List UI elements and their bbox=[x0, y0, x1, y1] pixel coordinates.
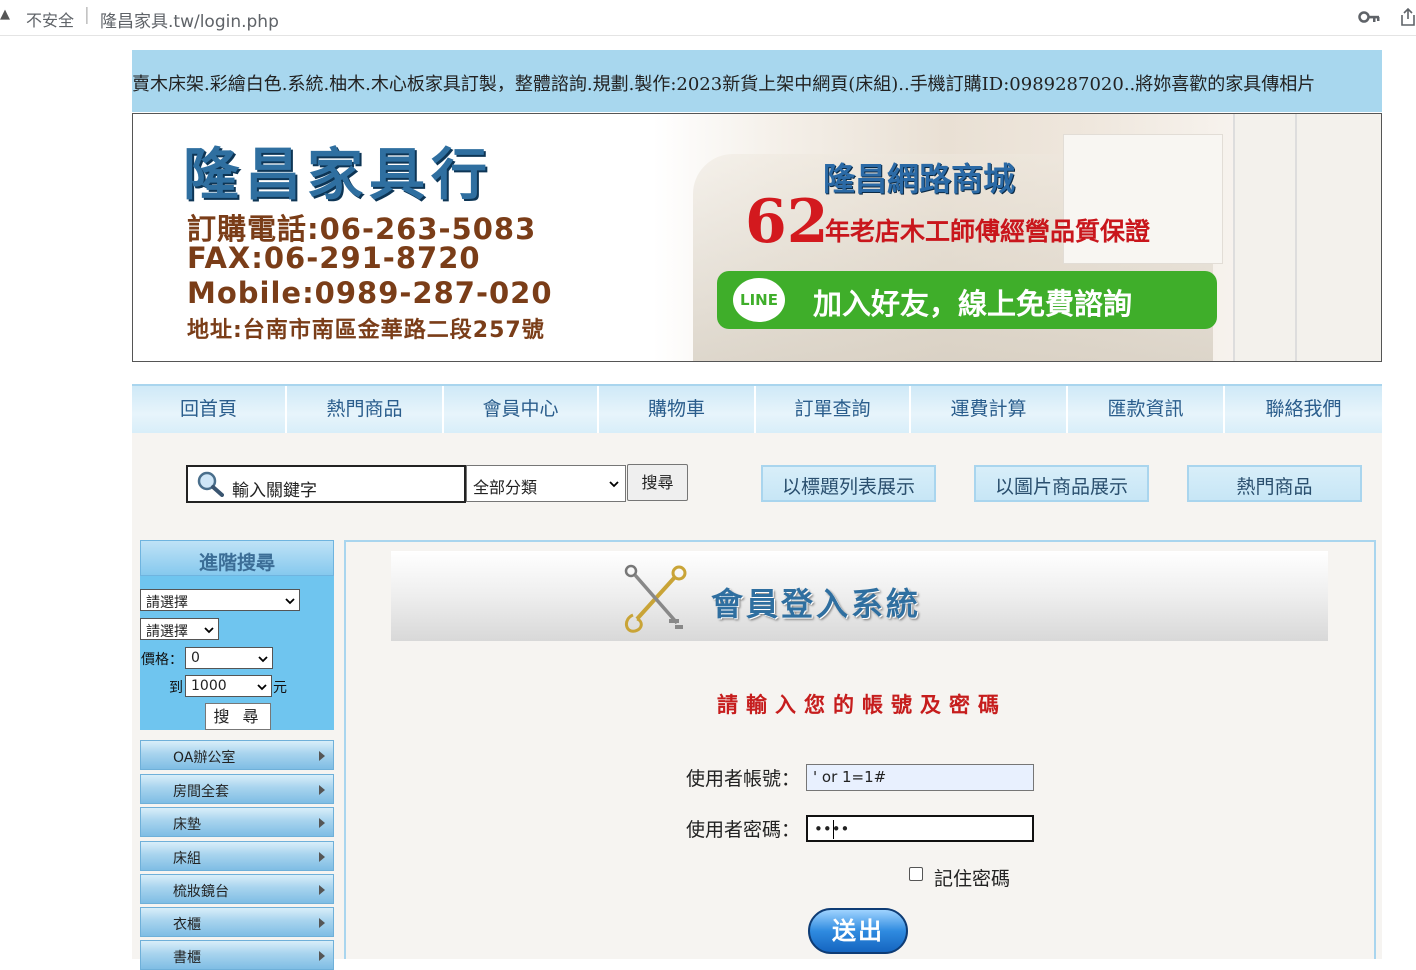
security-label[interactable]: 不安全 bbox=[26, 7, 74, 31]
nav-hot-products[interactable]: 熱門商品 bbox=[287, 386, 444, 433]
nav-contact[interactable]: 聯絡我們 bbox=[1225, 386, 1382, 433]
select-1-value: 請選擇 bbox=[146, 595, 188, 611]
advanced-search-button[interactable]: 搜 尋 bbox=[205, 703, 271, 730]
category-label: OA辦公室 bbox=[173, 750, 236, 766]
browser-address-bar: ▲ 不安全 | 隆昌家具.tw/login.php bbox=[0, 0, 1416, 36]
image-view-button[interactable]: 以圖片商品展示 bbox=[974, 465, 1149, 502]
select-2-value: 請選擇 bbox=[146, 624, 188, 640]
chevron-right-icon bbox=[319, 951, 325, 961]
category-item[interactable]: OA辦公室 bbox=[140, 740, 334, 770]
nav-cart[interactable]: 購物車 bbox=[599, 386, 756, 433]
category-label: 衣櫃 bbox=[173, 917, 201, 933]
address: 地址:台南市南區金華路二段257號 bbox=[187, 318, 545, 343]
price-min-value: 0 bbox=[191, 650, 200, 666]
chevron-right-icon bbox=[319, 818, 325, 828]
main-nav: 回首頁 熱門商品 會員中心 購物車 訂單查詢 運費計算 匯款資訊 聯絡我們 bbox=[132, 384, 1382, 433]
nav-home[interactable]: 回首頁 bbox=[132, 386, 287, 433]
category-select[interactable]: 全部分類 bbox=[466, 465, 626, 502]
search-icon bbox=[197, 471, 224, 497]
share-icon[interactable] bbox=[1400, 7, 1416, 27]
quality-slogan: 年老店木工師傅經營品質保證 bbox=[825, 217, 1151, 246]
nav-payment-info[interactable]: 匯款資訊 bbox=[1068, 386, 1225, 433]
advanced-search-title: 進階搜尋 bbox=[140, 540, 334, 576]
password-value: •••• bbox=[814, 820, 850, 838]
chevron-right-icon bbox=[319, 751, 325, 761]
chevron-down-icon bbox=[285, 598, 295, 605]
list-view-button[interactable]: 以標題列表展示 bbox=[761, 465, 936, 502]
price-min-select[interactable]: 0 bbox=[185, 647, 273, 669]
category-select-1[interactable]: 請選擇 bbox=[140, 589, 300, 611]
url-text[interactable]: 隆昌家具.tw/login.php bbox=[100, 7, 279, 32]
chevron-down-icon bbox=[258, 656, 268, 663]
remember-password-label: 記住密碼 bbox=[934, 868, 1011, 890]
login-header: 會員登入系統 bbox=[391, 551, 1328, 641]
chevron-down-icon bbox=[257, 684, 267, 691]
hero-banner[interactable]: 隆昌家具行 訂購電話:06-263-5083 FAX:06-291-8720 M… bbox=[132, 113, 1382, 362]
username-field[interactable]: ' or 1=1# bbox=[806, 764, 1034, 791]
category-item[interactable]: 床組 bbox=[140, 841, 334, 871]
category-label: 書櫃 bbox=[173, 950, 201, 966]
to-label: 到 bbox=[169, 680, 183, 696]
chevron-down-icon bbox=[609, 481, 619, 488]
mobile-number: Mobile:0989-287-020 bbox=[187, 276, 553, 310]
category-label: 房間全套 bbox=[173, 784, 229, 800]
marquee-banner: 賣木床架.彩繪白色.系統.柚木.木心板家具訂製，整體諮詢.規劃.製作:2023新… bbox=[132, 50, 1382, 112]
unit-label: 元 bbox=[273, 680, 287, 696]
chevron-right-icon bbox=[319, 918, 325, 928]
chevron-down-icon bbox=[204, 627, 214, 634]
category-item[interactable]: 房間全套 bbox=[140, 774, 334, 804]
years-number: 62 bbox=[745, 187, 829, 257]
price-max-value: 1000 bbox=[191, 678, 227, 694]
marquee-text: 賣木床架.彩繪白色.系統.柚木.木心板家具訂製，整體諮詢.規劃.製作:2023新… bbox=[132, 74, 1316, 95]
hot-products-button[interactable]: 熱門商品 bbox=[1187, 465, 1362, 502]
key-icon[interactable] bbox=[1358, 9, 1380, 25]
password-field[interactable]: •••• bbox=[806, 815, 1034, 842]
text-caret bbox=[833, 820, 834, 839]
category-select-2[interactable]: 請選擇 bbox=[140, 618, 219, 640]
category-item[interactable]: 梳妝鏡台 bbox=[140, 874, 334, 904]
submit-button[interactable]: 送出 bbox=[808, 908, 908, 954]
login-prompt: 請輸入您的帳號及密碼 bbox=[717, 693, 1007, 717]
wardrobe-photo bbox=[1233, 114, 1381, 361]
category-label: 床組 bbox=[173, 851, 201, 867]
password-label: 使用者密碼： bbox=[686, 819, 801, 841]
remember-password-checkbox[interactable] bbox=[909, 867, 923, 881]
price-max-select[interactable]: 1000 bbox=[185, 675, 272, 697]
warning-icon: ▲ bbox=[0, 7, 10, 22]
search-button[interactable]: 搜尋 bbox=[627, 464, 688, 501]
line-button-label: 加入好友，線上免費諮詢 bbox=[813, 287, 1133, 321]
chevron-right-icon bbox=[319, 785, 325, 795]
category-item[interactable]: 衣櫃 bbox=[140, 907, 334, 937]
mall-name: 隆昌網路商城 bbox=[823, 160, 1016, 198]
category-selected: 全部分類 bbox=[473, 478, 538, 497]
keys-icon bbox=[624, 564, 687, 633]
login-title: 會員登入系統 bbox=[711, 585, 922, 623]
category-item[interactable]: 床墊 bbox=[140, 807, 334, 837]
category-label: 梳妝鏡台 bbox=[173, 884, 229, 900]
chevron-right-icon bbox=[319, 852, 325, 862]
category-item[interactable]: 書櫃 bbox=[140, 940, 334, 970]
category-label: 床墊 bbox=[173, 817, 201, 833]
nav-shipping-calc[interactable]: 運費計算 bbox=[911, 386, 1068, 433]
username-value: ' or 1=1# bbox=[813, 768, 887, 786]
line-add-friend-button[interactable]: LINE 加入好友，線上免費諮詢 bbox=[717, 271, 1217, 329]
line-logo-icon: LINE bbox=[733, 278, 785, 322]
nav-member-center[interactable]: 會員中心 bbox=[444, 386, 599, 433]
price-label: 價格： bbox=[141, 652, 183, 668]
chevron-right-icon bbox=[319, 885, 325, 895]
search-placeholder: 輸入關鍵字 bbox=[232, 481, 317, 501]
search-input[interactable]: 輸入關鍵字 bbox=[186, 465, 466, 503]
username-label: 使用者帳號： bbox=[686, 768, 801, 790]
nav-order-lookup[interactable]: 訂單查詢 bbox=[756, 386, 911, 433]
separator: | bbox=[84, 5, 90, 25]
fax-number: FAX:06-291-8720 bbox=[187, 241, 481, 275]
shop-name: 隆昌家具行 bbox=[183, 142, 493, 208]
